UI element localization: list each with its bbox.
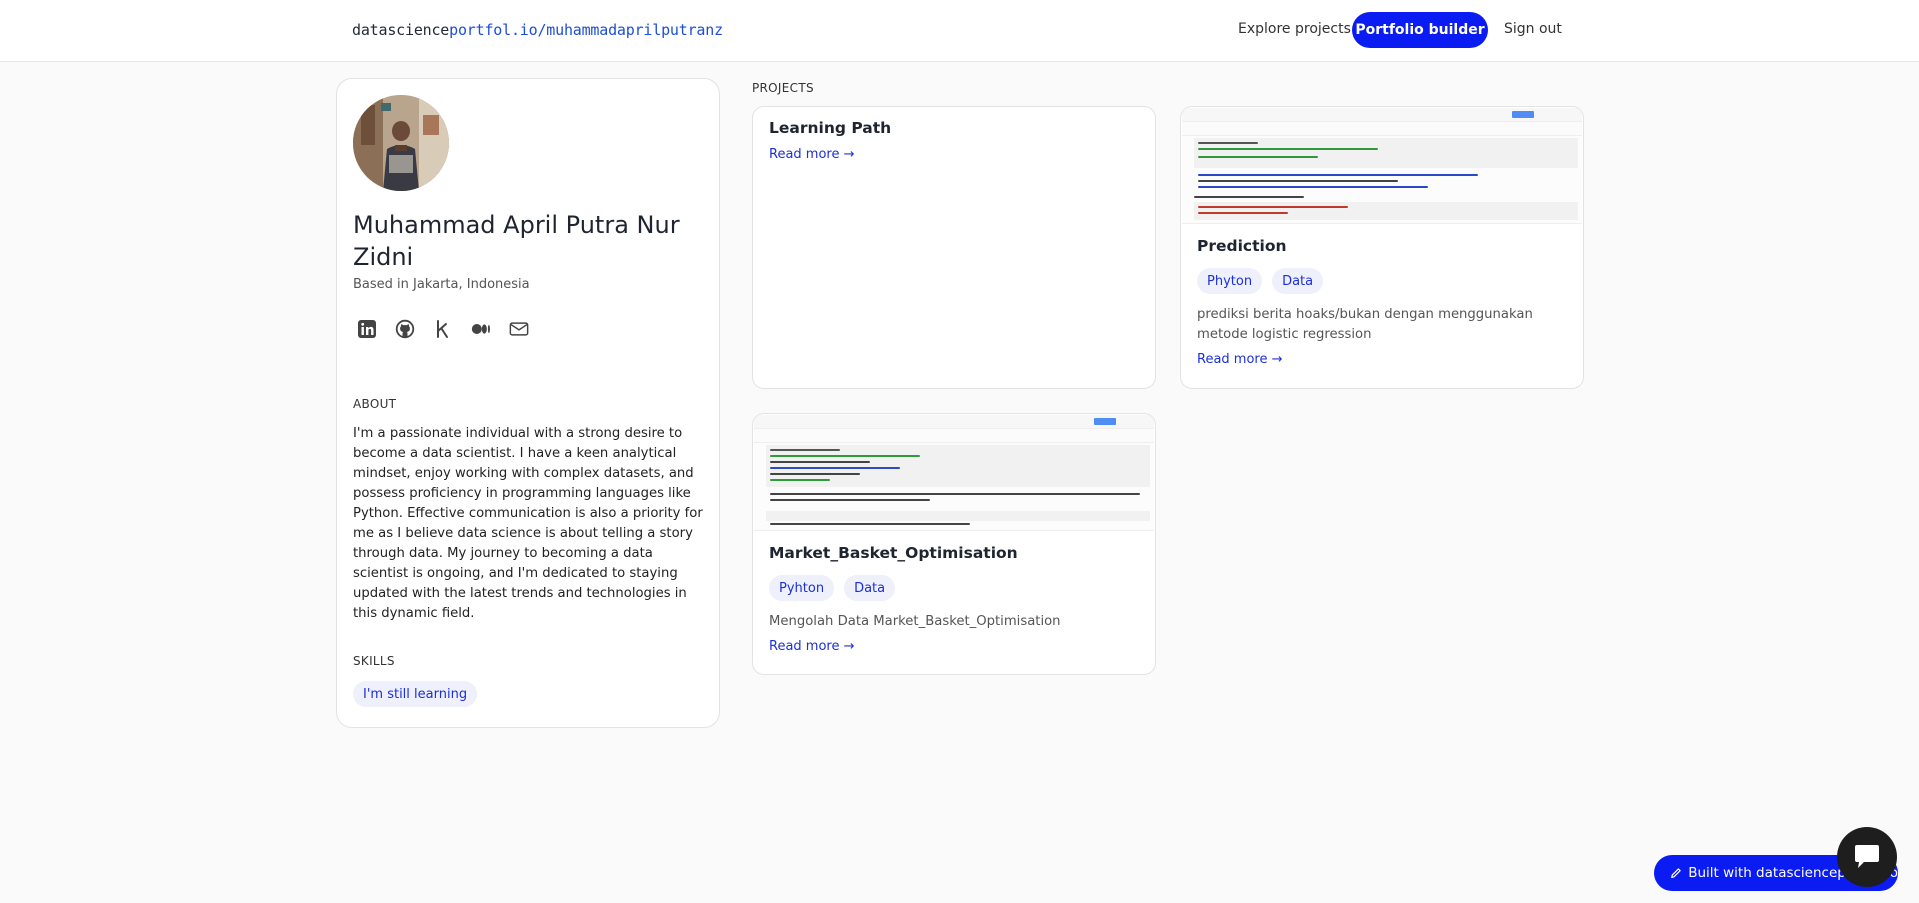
pencil-icon: [1671, 868, 1681, 878]
project-tags: Pyhton Data: [769, 575, 896, 601]
profile-location: Based in Jakarta, Indonesia: [353, 277, 530, 292]
projects-heading: PROJECTS: [752, 81, 814, 95]
medium-icon[interactable]: [471, 319, 491, 339]
mail-icon[interactable]: [509, 319, 529, 339]
profile-name: Muhammad April Putra Nur Zidni: [353, 211, 680, 271]
project-thumbnail: [754, 415, 1154, 531]
about-text: I'm a passionate individual with a stron…: [353, 426, 703, 621]
brand-link[interactable]: datascienceportfol.io/muhammadaprilputra…: [352, 21, 723, 39]
explore-projects-link[interactable]: Explore projects: [1238, 21, 1351, 37]
project-tags: Phyton Data: [1197, 268, 1324, 294]
linkedin-icon[interactable]: [357, 319, 377, 339]
tag-chip: Data: [1272, 268, 1324, 294]
read-more-link[interactable]: Read more →: [769, 639, 855, 654]
sign-out-link[interactable]: Sign out: [1504, 21, 1562, 37]
chat-button[interactable]: [1837, 827, 1897, 887]
read-more-link[interactable]: Read more →: [1197, 352, 1283, 367]
social-links: [357, 319, 529, 339]
project-thumbnail: [1182, 108, 1582, 224]
project-description: Mengolah Data Market_Basket_Optimisation: [769, 614, 1061, 629]
project-title: Learning Path: [769, 119, 892, 137]
tag-chip: Pyhton: [769, 575, 835, 601]
avatar: [353, 95, 449, 191]
project-card-prediction[interactable]: Prediction Phyton Data prediksi berita h…: [1180, 106, 1584, 389]
tag-chip: Phyton: [1197, 268, 1263, 294]
project-card-market-basket[interactable]: Market_Basket_Optimisation Pyhton Data M…: [752, 413, 1156, 675]
avatar-photo: [353, 95, 449, 191]
top-navbar: datascienceportfol.io/muhammadaprilputra…: [0, 0, 1919, 62]
skills-heading: SKILLS: [353, 654, 395, 668]
chat-icon: [1855, 845, 1879, 868]
project-card-learning-path[interactable]: Learning Path Read more →: [752, 106, 1156, 389]
tag-chip: Data: [844, 575, 896, 601]
read-more-link[interactable]: Read more →: [769, 147, 855, 162]
about-heading: ABOUT: [353, 397, 397, 411]
kaggle-icon[interactable]: [433, 319, 453, 339]
skill-chip: I'm still learning: [353, 681, 478, 707]
brand-prefix: datascience: [352, 21, 450, 39]
project-description: prediksi berita hoaks/bukan dengan mengg…: [1197, 307, 1533, 342]
github-icon[interactable]: [395, 319, 415, 339]
project-title: Prediction: [1197, 237, 1287, 255]
portfolio-builder-button[interactable]: Portfolio builder: [1352, 12, 1488, 48]
profile-card: Muhammad April Putra Nur Zidni Based in …: [336, 78, 720, 728]
brand-suffix: portfol.io/muhammadaprilputranz: [449, 21, 723, 39]
project-title: Market_Basket_Optimisation: [769, 544, 1018, 562]
